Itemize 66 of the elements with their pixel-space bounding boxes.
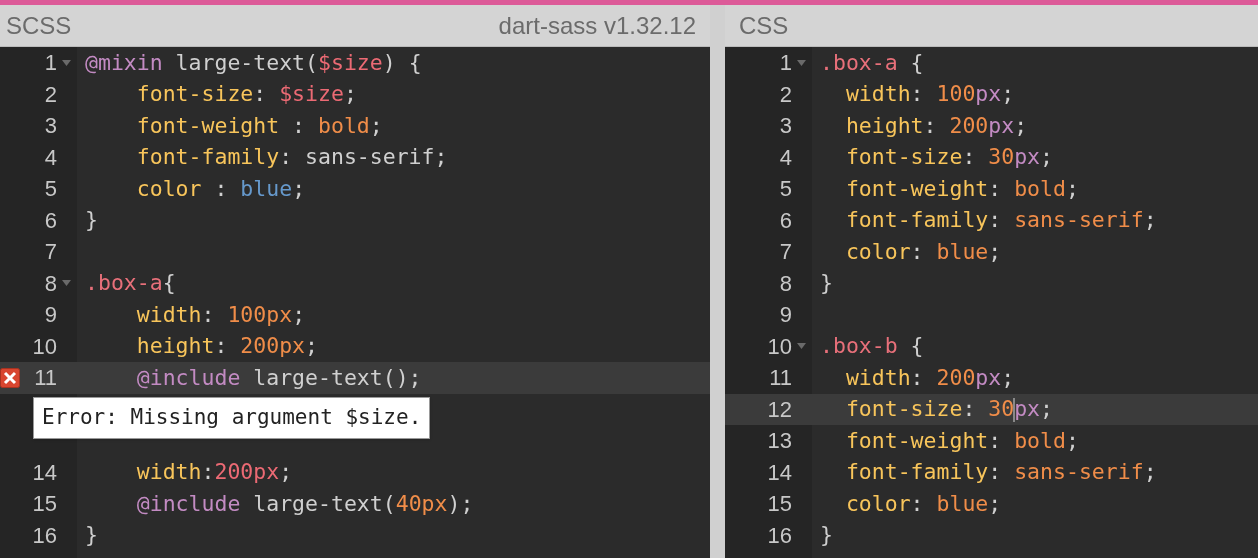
code-line: .box-a{: [85, 269, 176, 298]
code-line: font-size: 30px;: [844, 143, 1053, 172]
code-line: @include large-text();: [135, 363, 422, 392]
line-number: 7: [778, 238, 792, 267]
code-line: color : blue;: [135, 174, 306, 203]
line-number: 14: [766, 458, 792, 487]
line-number: 6: [43, 206, 57, 235]
line-number: 8: [778, 269, 792, 298]
line-number: 3: [778, 112, 792, 141]
code-line: font-weight : bold;: [135, 111, 383, 140]
code-line: @mixin large-text($size) {: [85, 48, 422, 77]
line-number: 1: [778, 49, 792, 78]
line-number: 16: [31, 521, 57, 550]
code-line: width: 100px;: [844, 80, 1015, 109]
line-number: 15: [31, 490, 57, 519]
line-number: 11: [768, 364, 792, 393]
code-line: color: blue;: [844, 489, 1002, 518]
line-number: 9: [778, 301, 792, 330]
line-number: 7: [43, 238, 57, 267]
pane-title: CSS: [739, 10, 789, 41]
line-number: 8: [43, 269, 57, 298]
code-line: font-family: sans-serif;: [844, 458, 1157, 487]
line-number: 10: [766, 332, 792, 361]
code-line: }: [820, 521, 833, 550]
compiler-version: dart-sass v1.32.12: [498, 10, 696, 41]
line-number: 14: [31, 458, 57, 487]
line-number: 5: [43, 175, 57, 204]
line-number: 4: [43, 143, 57, 172]
code-line: font-family: sans-serif;: [844, 206, 1157, 235]
code-line: }: [85, 521, 98, 550]
line-number: 11: [33, 364, 57, 393]
line-number: 5: [778, 175, 792, 204]
line-number: 13: [766, 427, 792, 456]
line-number: 3: [43, 112, 57, 141]
code-line: font-family: sans-serif;: [135, 143, 448, 172]
error-tooltip: Error: Missing argument $size.: [33, 397, 431, 439]
line-number: 2: [43, 80, 57, 109]
fold-arrow-icon[interactable]: [62, 280, 71, 287]
line-number: 2: [778, 80, 792, 109]
code-line: font-size: $size;: [135, 80, 357, 109]
code-line: .box-b {: [820, 332, 924, 361]
line-number: 16: [766, 521, 792, 550]
code-line: }: [85, 206, 98, 235]
line-number: 12: [766, 395, 792, 424]
code-line: height: 200px;: [844, 111, 1028, 140]
line-number: 6: [778, 206, 792, 235]
line-number: 10: [31, 332, 57, 361]
code-line: font-weight: bold;: [844, 174, 1079, 203]
line-number: 4: [778, 143, 792, 172]
code-line: width: 100px;: [135, 300, 306, 329]
code-line: width:200px;: [135, 458, 293, 487]
code-line: }: [820, 269, 833, 298]
code-line: color: blue;: [844, 237, 1002, 266]
code-line: @include large-text(40px);: [135, 489, 474, 518]
fold-arrow-icon[interactable]: [62, 59, 71, 66]
line-number: 9: [43, 301, 57, 330]
code-line: font-size: 30px;: [844, 395, 1053, 425]
fold-arrow-icon[interactable]: [797, 59, 806, 66]
line-number: 15: [766, 490, 792, 519]
code-line: height: 200px;: [135, 332, 319, 361]
fold-arrow-icon[interactable]: [797, 343, 806, 350]
line-number: 1: [43, 49, 57, 78]
code-line: .box-a {: [820, 48, 924, 77]
code-line: width: 200px;: [844, 363, 1015, 392]
code-line: font-weight: bold;: [844, 426, 1079, 455]
pane-title: SCSS: [6, 10, 72, 41]
